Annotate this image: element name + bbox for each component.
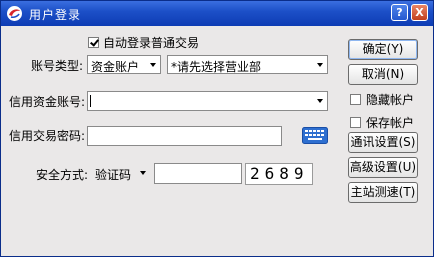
auto-login-label: 自动登录普通交易 (103, 36, 200, 50)
close-button[interactable]: X (411, 4, 428, 21)
chevron-down-icon (317, 63, 323, 67)
server-speed-test-button[interactable]: 主站测速(T) (348, 182, 418, 203)
hide-account-label: 隐藏帐户 (366, 93, 415, 107)
department-value: *请先选择营业部 (171, 60, 262, 74)
app-logo-icon (7, 6, 22, 21)
save-account-label: 保存帐户 (366, 116, 415, 130)
cancel-button[interactable]: 取消(N) (348, 64, 418, 85)
window-title: 用户登录 (29, 8, 82, 22)
ok-button[interactable]: 确定(Y) (348, 39, 418, 60)
chevron-down-icon (140, 171, 146, 175)
account-type-label: 账号类型: (31, 59, 84, 73)
credit-account-label: 信用资金账号: (9, 95, 86, 109)
account-type-select[interactable]: 资金账户 (87, 55, 161, 74)
trade-password-input[interactable] (87, 126, 282, 146)
help-button[interactable]: ? (391, 4, 408, 21)
captcha-input[interactable] (154, 163, 242, 184)
security-label: 安全方式: (36, 168, 89, 182)
advanced-settings-button[interactable]: 高级设置(U) (348, 157, 418, 178)
hide-account-checkbox[interactable] (350, 94, 361, 105)
auto-login-checkbox[interactable] (88, 37, 99, 48)
chevron-down-icon (150, 63, 156, 67)
chevron-down-icon (317, 99, 323, 103)
save-account-checkbox[interactable] (350, 117, 361, 128)
text-caret (90, 95, 91, 107)
login-dialog: 用户登录 ? X 自动登录普通交易 账号类型: 资金账户 *请先选择营业部 信用… (0, 0, 434, 257)
captcha-image[interactable]: 2689 (245, 163, 313, 185)
title-bar[interactable]: 用户登录 ? X (1, 1, 433, 26)
trade-password-label: 信用交易密码: (9, 129, 86, 143)
security-mode-select[interactable]: 验证码 (93, 164, 149, 183)
keyboard-icon[interactable] (302, 127, 328, 144)
department-select[interactable]: *请先选择营业部 (167, 55, 328, 74)
comm-settings-button[interactable]: 通讯设置(S) (348, 132, 418, 153)
security-mode-value: 验证码 (95, 168, 132, 182)
credit-account-input[interactable] (87, 91, 328, 111)
account-type-value: 资金账户 (91, 60, 140, 74)
